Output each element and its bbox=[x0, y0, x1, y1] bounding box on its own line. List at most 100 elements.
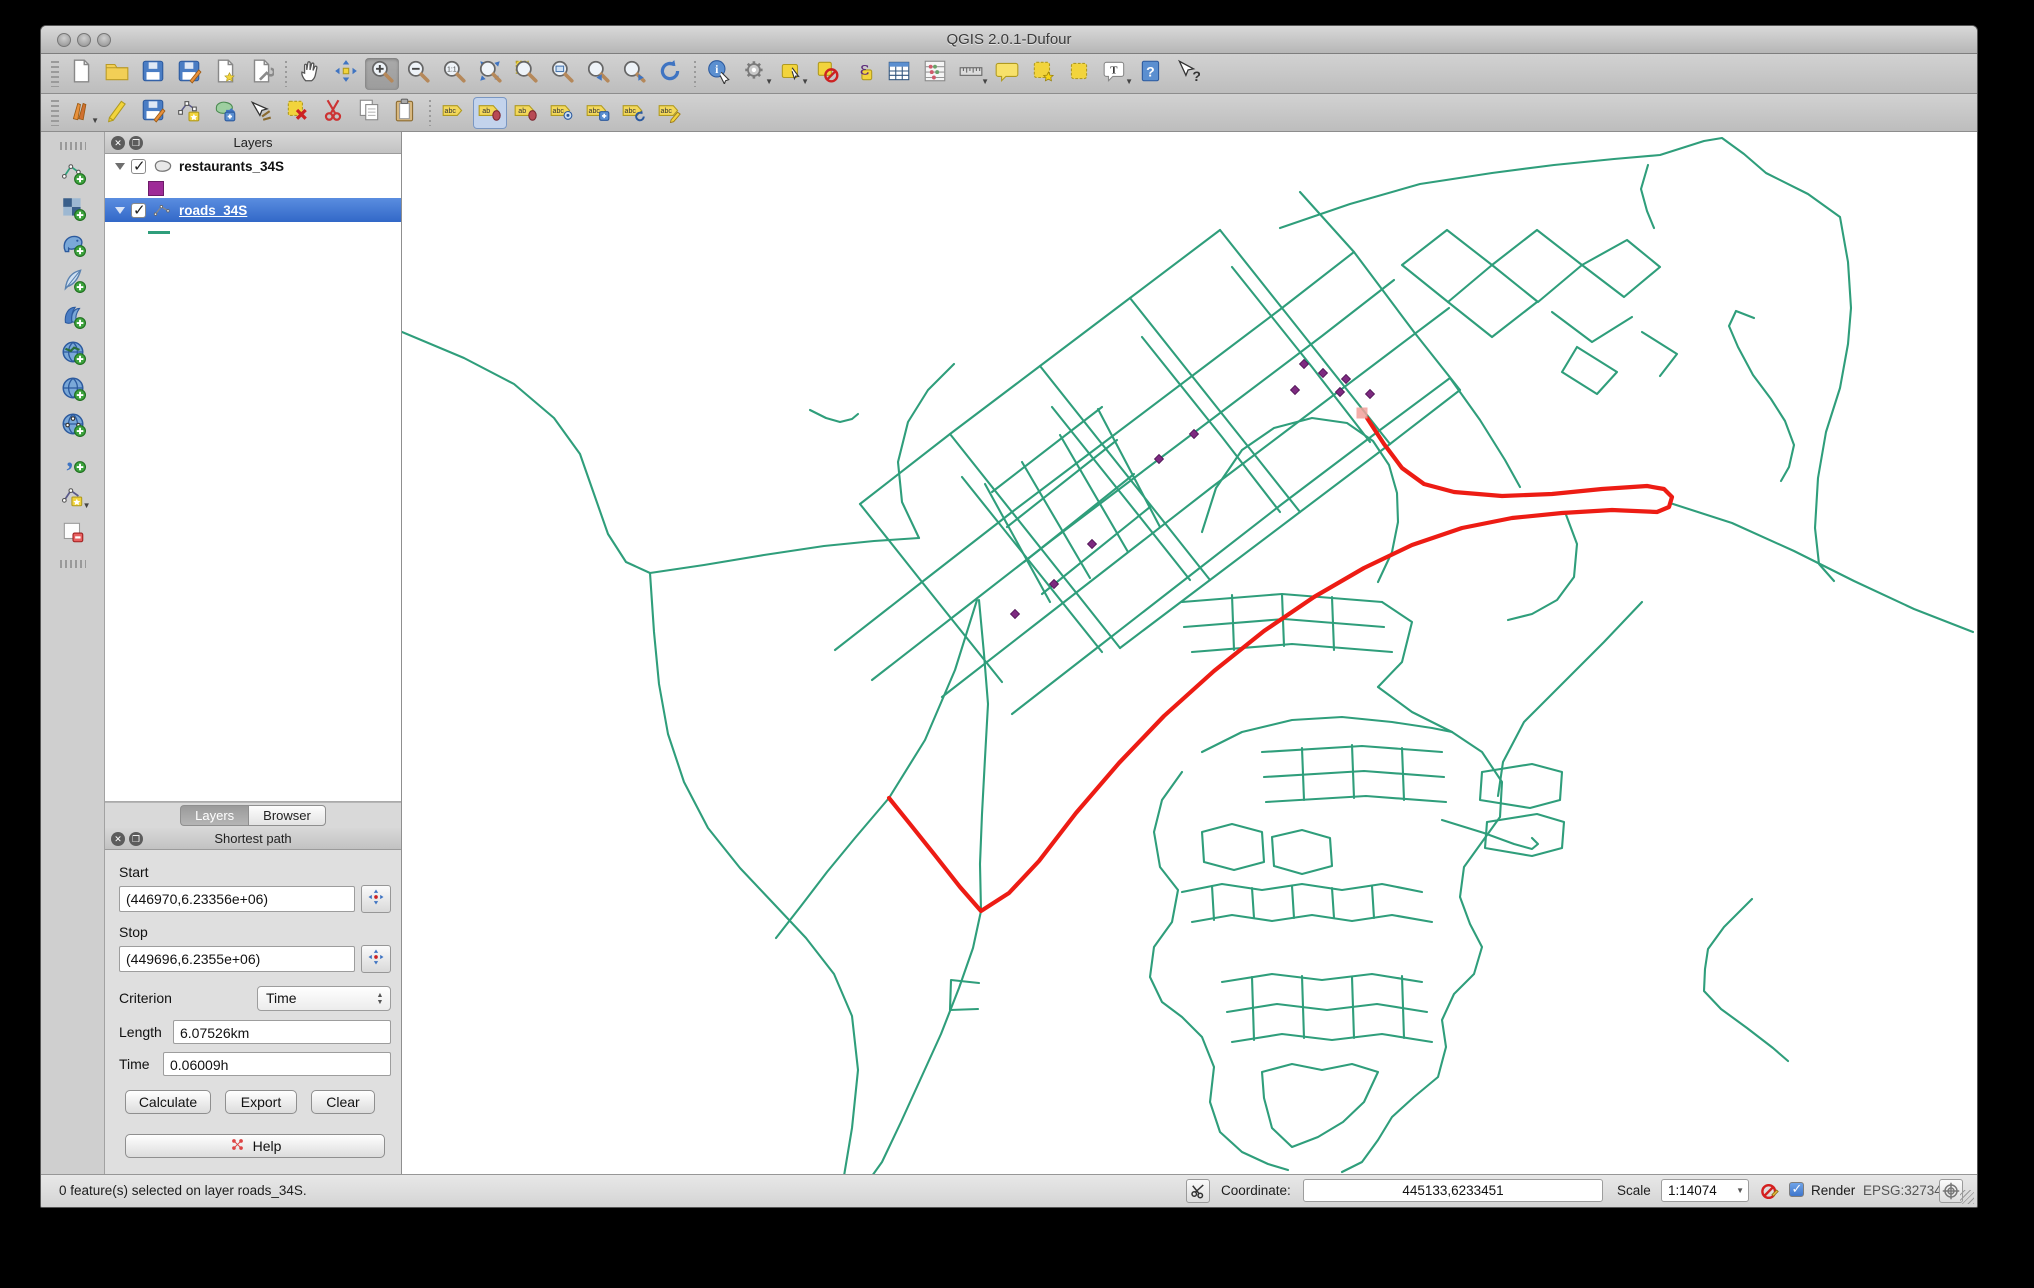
layer-visibility-checkbox[interactable] bbox=[131, 159, 146, 174]
zoom-next-button[interactable] bbox=[617, 58, 651, 90]
zoom-next-icon bbox=[621, 58, 647, 89]
show-bookmarks-button[interactable] bbox=[1062, 58, 1096, 90]
zoom-out-button[interactable] bbox=[401, 58, 435, 90]
render-checkbox[interactable] bbox=[1789, 1182, 1804, 1197]
add-wfs-layer-button[interactable] bbox=[56, 410, 90, 442]
select-features-button[interactable]: ▼ bbox=[774, 58, 808, 90]
toolbar-grip[interactable] bbox=[51, 61, 59, 87]
capture-start-button[interactable] bbox=[361, 885, 391, 913]
road-line bbox=[1582, 240, 1660, 297]
layers-tree[interactable]: restaurants_34S roads_34S bbox=[105, 154, 401, 802]
add-mssql-layer-button[interactable] bbox=[56, 302, 90, 334]
add-postgis-layer-button[interactable] bbox=[56, 230, 90, 262]
run-feature-action-button[interactable]: ▼ bbox=[738, 58, 772, 90]
toggle-editing-button[interactable] bbox=[100, 97, 134, 129]
labeling-button[interactable]: abc bbox=[437, 97, 471, 129]
add-wms-layer-button[interactable] bbox=[56, 338, 90, 370]
tab-browser[interactable]: Browser bbox=[248, 805, 326, 826]
text-annotation-button[interactable]: T▼ bbox=[1098, 58, 1132, 90]
disclosure-triangle-icon[interactable] bbox=[115, 207, 125, 214]
time-field[interactable]: 0.06009h bbox=[163, 1052, 391, 1076]
capture-stop-button[interactable] bbox=[361, 945, 391, 973]
tab-layers[interactable]: Layers bbox=[180, 805, 248, 826]
label-rotate-button[interactable]: abc bbox=[617, 97, 651, 129]
zoom-full-button[interactable] bbox=[473, 58, 507, 90]
add-vector-layer-button[interactable] bbox=[56, 158, 90, 190]
measure-button[interactable]: ▼ bbox=[954, 58, 988, 90]
add-spatialite-layer-button[interactable] bbox=[56, 266, 90, 298]
map-canvas[interactable] bbox=[402, 132, 1977, 1174]
field-calculator-button[interactable] bbox=[918, 58, 952, 90]
new-composer-button[interactable] bbox=[208, 58, 242, 90]
shortest-path-close-icon[interactable]: ✕ bbox=[111, 832, 125, 846]
node-tool-button[interactable] bbox=[244, 97, 278, 129]
road-line bbox=[1192, 915, 1432, 922]
cut-features-button[interactable] bbox=[316, 97, 350, 129]
deselect-features-button[interactable] bbox=[810, 58, 844, 90]
open-project-button[interactable] bbox=[100, 58, 134, 90]
new-bookmark-button[interactable] bbox=[1026, 58, 1060, 90]
coordinate-capture-icon[interactable] bbox=[1186, 1179, 1210, 1203]
paste-features-button[interactable] bbox=[388, 97, 422, 129]
zoom-native-button[interactable]: 1:1 bbox=[437, 58, 471, 90]
copy-features-button[interactable] bbox=[352, 97, 386, 129]
add-delimited-text-button[interactable]: , bbox=[56, 446, 90, 478]
label-move-button[interactable]: abc bbox=[581, 97, 615, 129]
refresh-map-button[interactable] bbox=[653, 58, 687, 90]
composer-manager-button[interactable] bbox=[244, 58, 278, 90]
length-field[interactable]: 6.07526km bbox=[173, 1020, 391, 1044]
add-feature-button[interactable] bbox=[172, 97, 206, 129]
clear-button[interactable]: Clear bbox=[311, 1090, 375, 1114]
save-project-as-button[interactable] bbox=[172, 58, 206, 90]
chevron-down-icon: ▼ bbox=[1736, 1186, 1744, 1195]
attribute-table-button[interactable] bbox=[882, 58, 916, 90]
coordinate-input[interactable]: 445133,6233451 bbox=[1303, 1179, 1603, 1202]
zoom-in-button[interactable] bbox=[365, 58, 399, 90]
layer-item-restaurants_34S[interactable]: restaurants_34S bbox=[105, 154, 401, 178]
pan-to-selection-button[interactable] bbox=[329, 58, 363, 90]
add-raster-layer-button[interactable] bbox=[56, 194, 90, 226]
stop-render-icon[interactable] bbox=[1757, 1179, 1781, 1203]
save-layer-edits-button[interactable] bbox=[136, 97, 170, 129]
disclosure-triangle-icon[interactable] bbox=[115, 163, 125, 170]
whats-this-button[interactable]: ? bbox=[1170, 58, 1204, 90]
help-button[interactable]: ? bbox=[1134, 58, 1168, 90]
shortest-path-detach-icon[interactable]: ❐ bbox=[129, 832, 143, 846]
map-tips-button[interactable] bbox=[990, 58, 1024, 90]
layers-panel-close-icon[interactable]: ✕ bbox=[111, 136, 125, 150]
delete-selected-button[interactable] bbox=[280, 97, 314, 129]
label-visibility-button[interactable]: abc bbox=[545, 97, 579, 129]
add-wcs-layer-button[interactable] bbox=[56, 374, 90, 406]
layers-panel-detach-icon[interactable]: ❐ bbox=[129, 136, 143, 150]
remove-layer-button[interactable] bbox=[56, 518, 90, 550]
zoom-to-layer-button[interactable] bbox=[545, 58, 579, 90]
pan-map-button[interactable] bbox=[293, 58, 327, 90]
title-bar[interactable]: QGIS 2.0.1-Dufour bbox=[41, 26, 1977, 54]
label-unpin-button[interactable]: ab bbox=[509, 97, 543, 129]
scale-combo[interactable]: 1:14074 ▼ bbox=[1661, 1179, 1749, 1202]
toolbar-grip[interactable] bbox=[60, 560, 86, 568]
identify-features-button[interactable]: i bbox=[702, 58, 736, 90]
calculate-button[interactable]: Calculate bbox=[125, 1090, 211, 1114]
start-input[interactable]: (446970,6.23356e+06) bbox=[119, 886, 355, 912]
stop-input[interactable]: (449696,6.2355e+06) bbox=[119, 946, 355, 972]
move-feature-button[interactable] bbox=[208, 97, 242, 129]
toolbar-grip[interactable] bbox=[60, 142, 86, 150]
label-properties-button[interactable]: abc bbox=[653, 97, 687, 129]
save-project-button[interactable] bbox=[136, 58, 170, 90]
export-button[interactable]: Export bbox=[225, 1090, 297, 1114]
label-pin-button[interactable]: ab bbox=[473, 97, 507, 129]
new-project-button[interactable] bbox=[64, 58, 98, 90]
criterion-combo[interactable]: Time ▲▼ bbox=[257, 986, 391, 1011]
zoom-last-button[interactable] bbox=[581, 58, 615, 90]
select-by-expression-button[interactable]: ε bbox=[846, 58, 880, 90]
layer-item-roads_34S[interactable]: roads_34S bbox=[105, 198, 401, 222]
layer-visibility-checkbox[interactable] bbox=[131, 203, 146, 218]
current-edits-button[interactable]: ▼ bbox=[64, 97, 98, 129]
resize-grip[interactable] bbox=[1960, 1190, 1974, 1204]
toolbar-grip[interactable] bbox=[51, 100, 59, 126]
delete-selected-icon bbox=[284, 97, 310, 128]
new-shapefile-layer-button[interactable]: ▼ bbox=[56, 482, 90, 514]
zoom-to-selection-button[interactable] bbox=[509, 58, 543, 90]
help-button[interactable]: Help bbox=[125, 1134, 385, 1158]
